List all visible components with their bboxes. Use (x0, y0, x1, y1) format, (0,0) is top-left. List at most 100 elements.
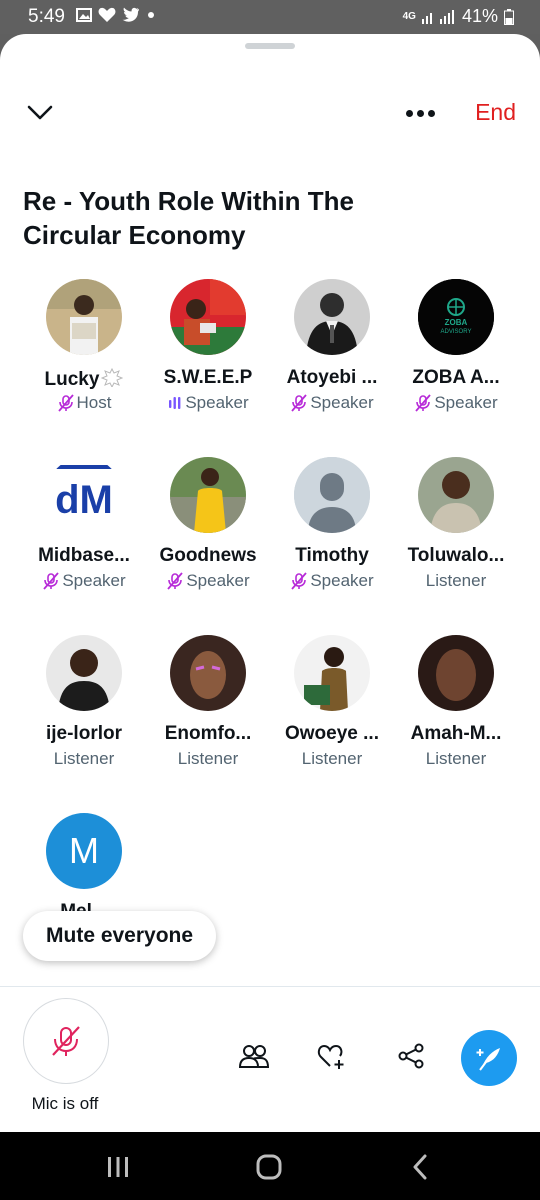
status-right: 4G 41% (403, 6, 514, 27)
share-button[interactable] (395, 1040, 427, 1072)
back-icon (413, 1154, 427, 1180)
avatar (418, 457, 494, 533)
midbase-logo-text: dM (55, 478, 113, 522)
participant[interactable]: S.W.E.E.P Speaker (146, 279, 270, 413)
mic-off-icon (43, 572, 60, 590)
battery-icon (504, 8, 514, 25)
participant[interactable]: ZOBA ADVISORY ZOBA A... Speaker (394, 279, 518, 413)
end-space-button[interactable]: End (475, 99, 516, 126)
more-icon-dot (416, 109, 424, 117)
compose-tweet-button[interactable] (461, 1030, 517, 1086)
avatar: ZOBA ADVISORY (418, 279, 494, 355)
avatar (294, 457, 370, 533)
default-avatar-icon (294, 457, 370, 533)
mic-off-icon (415, 394, 432, 412)
react-button[interactable] (316, 1040, 348, 1072)
avatar (170, 457, 246, 533)
avatar (46, 279, 122, 355)
people-icon (239, 1045, 269, 1068)
status-notification-icons (76, 7, 156, 23)
participant-role: Speaker (270, 571, 394, 591)
participant-name: Goodnews (159, 545, 257, 566)
mic-off-icon (291, 394, 308, 412)
bottom-divider (0, 986, 540, 987)
twitter-icon (122, 7, 139, 22)
avatar-initial: M (69, 830, 99, 871)
zoba-logo-text: ZOBA (445, 318, 468, 327)
avatar (294, 635, 370, 711)
home-icon (256, 1154, 282, 1180)
compose-icon (476, 1048, 500, 1071)
drag-handle[interactable] (245, 43, 295, 49)
participant-role: Listener (53, 749, 115, 768)
participant-role: Host (22, 393, 146, 413)
heart-icon (98, 7, 116, 22)
system-nav-bar (0, 1132, 540, 1200)
participant[interactable]: Timothy Speaker (270, 457, 394, 591)
participant-role: Speaker (270, 393, 394, 413)
mic-toggle-button[interactable] (23, 998, 109, 1084)
participant[interactable]: M Mel... (22, 813, 146, 925)
participant[interactable]: Lucky Host (22, 279, 146, 413)
participant-role: Speaker (146, 393, 270, 413)
avatar (418, 635, 494, 711)
advisory-logo-text: ADVISORY (441, 329, 472, 335)
participant[interactable]: dM Midbase... Speaker (22, 457, 146, 591)
participant-name: ZOBA A... (412, 367, 500, 388)
participant-role: Listener (301, 749, 363, 768)
participant-role: Listener (425, 749, 487, 768)
avatar: M (46, 813, 122, 889)
participant-name: Amah-M... (410, 723, 502, 744)
mic-status-label: Mic is off (31, 1094, 99, 1113)
participant-name: Toluwalo... (407, 545, 505, 566)
participants-button[interactable] (238, 1040, 270, 1072)
participant-role: Speaker (394, 393, 518, 413)
participant-role: Listener (425, 571, 487, 590)
participant-role: Speaker (22, 571, 146, 591)
dot-icon (148, 12, 154, 18)
mic-off-icon (167, 572, 184, 590)
back-button[interactable] (405, 1152, 435, 1182)
recents-icon (108, 1157, 128, 1177)
participant-name: Lucky (22, 367, 146, 391)
participant[interactable]: Enomfo... Listener (146, 635, 270, 769)
more-options-button[interactable] (398, 98, 442, 128)
home-button[interactable] (254, 1152, 284, 1182)
mic-off-icon (57, 394, 74, 412)
participant-name: Timothy (295, 545, 369, 566)
signal-icon (421, 9, 454, 24)
participant-name: Enomfo... (164, 723, 252, 744)
heart-plus-icon (317, 1044, 344, 1069)
speaking-icon (169, 397, 181, 409)
participant-name: Midbase... (38, 545, 130, 566)
participant[interactable]: Amah-M... Listener (394, 635, 518, 769)
participant-role: Speaker (146, 571, 270, 591)
participant[interactable]: Owoeye ... Listener (270, 635, 394, 769)
participant[interactable]: Toluwalo... Listener (394, 457, 518, 591)
share-icon (398, 1043, 424, 1069)
participant-name: ije-lorlor (45, 723, 122, 744)
mic-off-icon (291, 572, 308, 590)
avatar (46, 635, 122, 711)
battery-percent: 41% (461, 6, 498, 26)
participant[interactable]: Goodnews Speaker (146, 457, 270, 591)
participant-name: Owoeye ... (285, 723, 379, 744)
collapse-button[interactable] (24, 98, 56, 128)
space-sheet: End Re - Youth Role Within The Circular … (0, 34, 540, 1132)
avatar: dM (46, 457, 122, 533)
space-title: Re - Youth Role Within The Circular Econ… (23, 186, 355, 250)
more-icon-dot (427, 109, 435, 117)
participant[interactable]: Atoyebi ... Speaker (270, 279, 394, 413)
recents-button[interactable] (103, 1152, 133, 1182)
network-type: 4G (402, 10, 416, 22)
mute-everyone-button[interactable]: Mute everyone (23, 911, 217, 961)
badge-icon (101, 367, 124, 389)
chevron-down-icon (27, 105, 53, 120)
participant-name: S.W.E.E.P (163, 367, 253, 388)
participant-role: Listener (177, 749, 239, 768)
avatar (170, 279, 246, 355)
avatar (170, 635, 246, 711)
mic-off-icon (52, 1026, 80, 1056)
more-icon (405, 109, 413, 117)
participant[interactable]: ije-lorlor Listener (22, 635, 146, 769)
